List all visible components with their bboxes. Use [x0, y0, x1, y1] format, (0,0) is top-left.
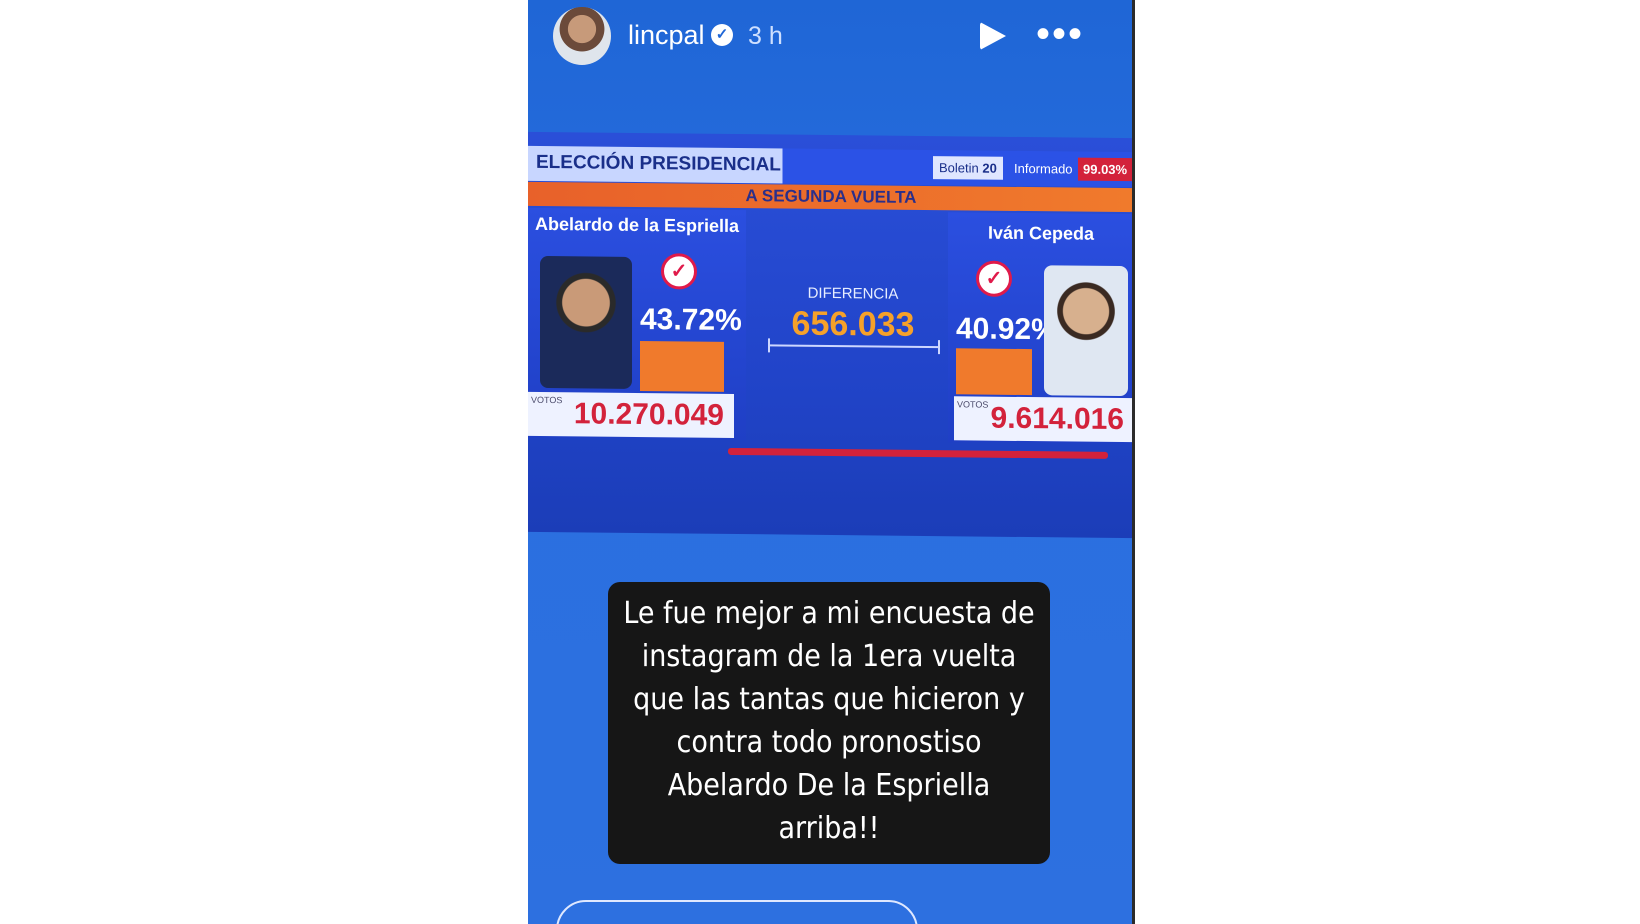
difference-bracket — [768, 344, 940, 349]
story-edge — [1132, 0, 1135, 924]
reply-input[interactable] — [556, 900, 918, 924]
more-options-icon[interactable]: ••• — [1036, 14, 1084, 54]
story-caption: Le fue mejor a mi encuesta de instagram … — [608, 582, 1050, 864]
votes-box-left: VOTOS 10.270.049 — [528, 391, 734, 438]
difference-label: DIFERENCIA — [807, 284, 899, 303]
percent-bar-right — [956, 348, 1032, 396]
informado-label: Informado — [1008, 156, 1079, 181]
votes-left: 10.270.049 — [573, 397, 724, 432]
candidate-photo-right — [1044, 265, 1128, 397]
candidate-percent-right: 40.92% — [956, 312, 1058, 347]
candidate-name-left: Abelardo de la Espriella — [534, 213, 740, 237]
user-avatar[interactable] — [553, 7, 611, 65]
percent-bar-left — [640, 340, 724, 392]
progress-bar — [728, 447, 1108, 459]
boletin-badge: Boletin 20 — [933, 156, 1003, 180]
informado-percent: 99.03% — [1078, 157, 1133, 182]
candidate-percent-left: 43.72% — [640, 302, 742, 338]
candidate-photo-left — [540, 255, 632, 389]
check-icon: ✓ — [976, 260, 1012, 297]
votes-right: 9.614.016 — [990, 401, 1124, 437]
difference-value: 656.033 — [791, 304, 915, 344]
check-icon: ✓ — [661, 253, 697, 290]
votes-box-right: VOTOS 9.614.016 — [954, 396, 1134, 443]
instagram-story[interactable]: lincpal ✓ 3 h ••• ELECCIÓN PRESIDENCIAL … — [528, 0, 1134, 924]
story-username[interactable]: lincpal — [628, 20, 705, 51]
candidate-card-right: Iván Cepeda ✓ 40.92% VOTOS 9.614.016 — [948, 212, 1134, 445]
verified-badge-icon: ✓ — [711, 24, 733, 46]
election-title: ELECCIÓN PRESIDENCIAL — [536, 151, 781, 176]
broadcast-footer — [528, 470, 1134, 486]
tv-screenshot: ELECCIÓN PRESIDENCIAL Boletin 20 Informa… — [528, 131, 1134, 539]
candidate-card-left: Abelardo de la Espriella ✓ 43.72% VOTOS … — [528, 207, 746, 441]
story-timestamp: 3 h — [748, 22, 783, 50]
play-icon[interactable] — [980, 22, 1006, 50]
candidate-name-right: Iván Cepeda — [987, 222, 1095, 244]
